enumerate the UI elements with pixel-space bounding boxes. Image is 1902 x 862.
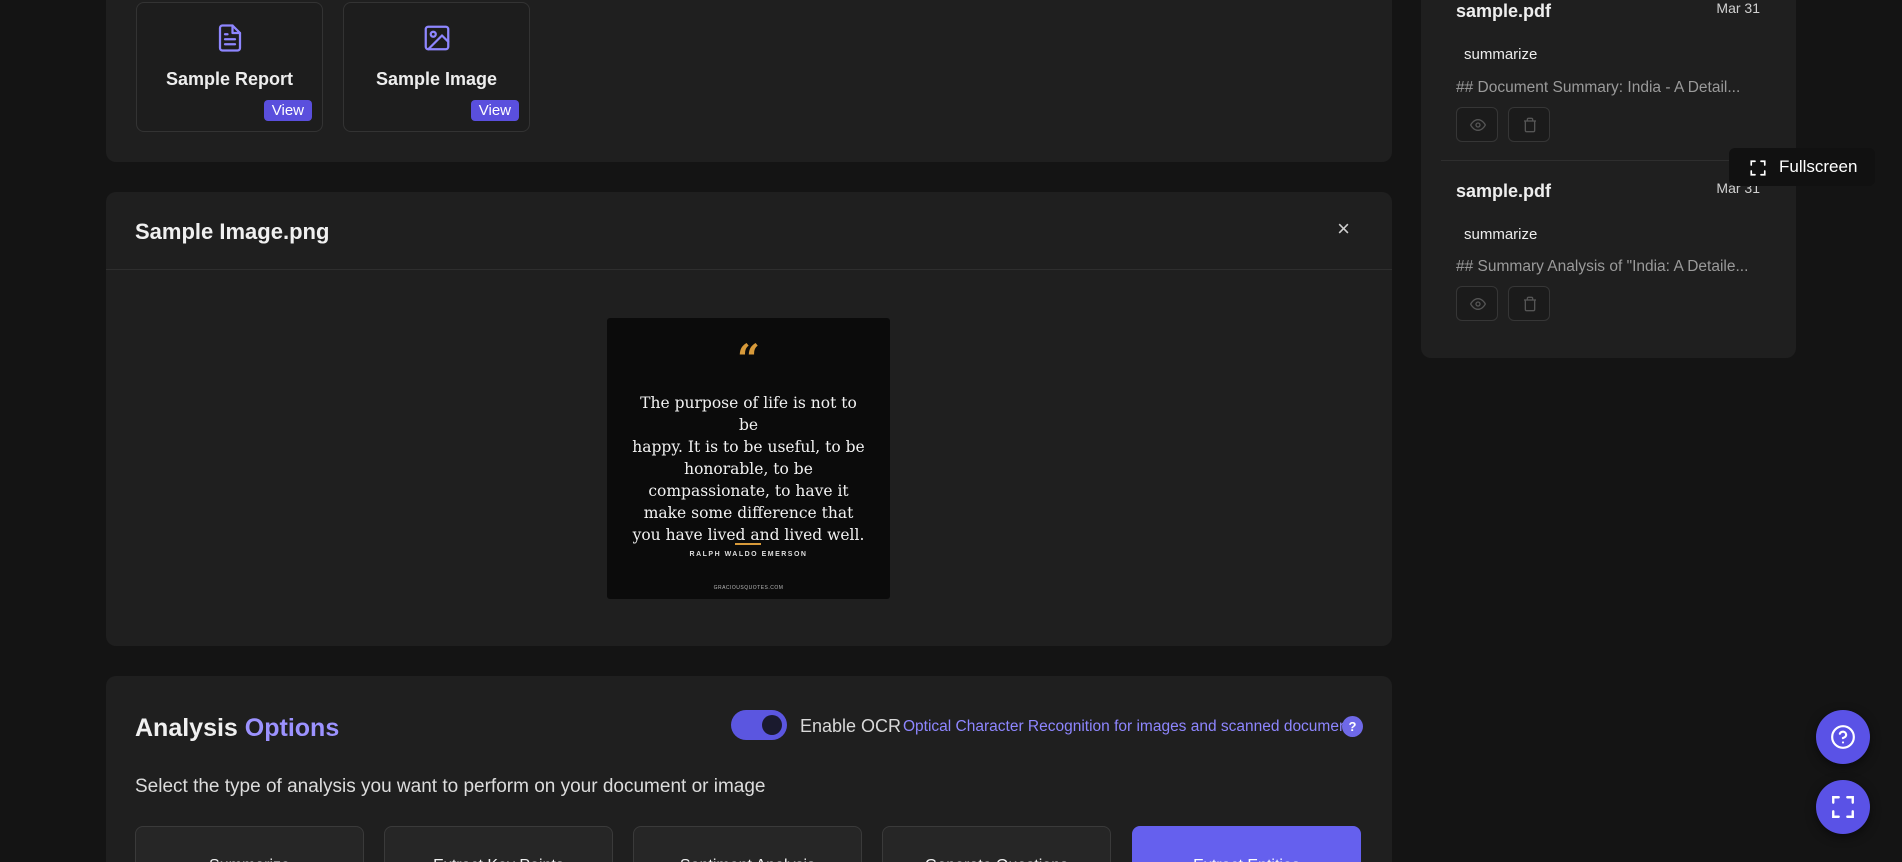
history-item[interactable]: sample.pdf Mar 31 summarize ## Summary A… (1421, 160, 1796, 340)
quote-text: The purpose of life is not to be happy. … (629, 392, 868, 546)
image-icon (424, 25, 449, 51)
history-filename: sample.pdf (1456, 181, 1552, 201)
view-history-button[interactable] (1456, 286, 1498, 321)
image-preview-panel: Sample Image.png × “ The purpose of life… (106, 192, 1392, 646)
eye-icon (1469, 297, 1487, 311)
close-icon[interactable]: × (1337, 216, 1350, 242)
analysis-title-accent: Options (244, 714, 340, 742)
quote-divider (735, 543, 761, 545)
quote-image: “ The purpose of life is not to be happy… (607, 318, 890, 599)
quote-line: The purpose of life is not to be (640, 394, 857, 434)
help-button[interactable] (1816, 710, 1870, 764)
trash-icon (1524, 117, 1536, 133)
fullscreen-label: Fullscreen (1779, 157, 1858, 176)
analysis-title: Analysis Options (135, 714, 339, 743)
extract-entities-button[interactable]: Extract Entities (1132, 826, 1361, 862)
view-history-button[interactable] (1456, 107, 1498, 142)
sample-image-card[interactable]: Sample Image View (343, 2, 530, 132)
history-preview: ## Summary Analysis of "India: A Detaile… (1456, 258, 1749, 275)
document-icon (218, 24, 241, 52)
trash-icon (1524, 296, 1536, 312)
quote-author: RALPH WALDO EMERSON (689, 551, 808, 558)
ocr-description: Optical Character Recognition for images… (903, 718, 1360, 735)
ocr-toggle[interactable] (731, 710, 787, 740)
history-filename: sample.pdf (1456, 1, 1552, 21)
samples-panel: Sample Report View Sample Image View (106, 0, 1392, 162)
summarize-button[interactable]: Summarize (135, 826, 364, 862)
delete-history-button[interactable] (1508, 107, 1550, 142)
history-tag: summarize (1464, 46, 1538, 63)
quote-marks: “ (736, 336, 760, 383)
history-date: Mar 31 (1716, 0, 1760, 16)
fullscreen-icon (1750, 160, 1766, 176)
help-circle-icon (1831, 725, 1855, 749)
eye-icon (1469, 118, 1487, 132)
generate-questions-button[interactable]: Generate Questions (882, 826, 1111, 862)
sample-report-card[interactable]: Sample Report View (136, 2, 323, 132)
quote-site: GRACIOUSQUOTES.COM (713, 585, 784, 591)
ocr-label: Enable OCR (800, 716, 902, 736)
preview-header: Sample Image.png × (106, 192, 1392, 270)
analysis-options-panel: Analysis Options Enable OCR Optical Char… (106, 676, 1392, 862)
quote-line: honorable, to be (684, 460, 813, 478)
history-tag: summarize (1464, 226, 1538, 243)
sample-report-title: Sample Report (165, 69, 294, 89)
sentiment-analysis-button[interactable]: Sentiment Analysis (633, 826, 862, 862)
quote-line: happy. It is to be useful, to be (632, 438, 865, 456)
analysis-title-main: Analysis (135, 714, 238, 742)
quote-line: compassionate, to have it (648, 482, 849, 500)
help-icon[interactable]: ? (1342, 716, 1363, 737)
quote-line: make some difference that (643, 504, 854, 522)
delete-history-button[interactable] (1508, 286, 1550, 321)
fullscreen-tooltip: Fullscreen (1729, 148, 1875, 186)
view-sample-report-button[interactable]: View (263, 100, 312, 121)
analysis-subtitle: Select the type of analysis you want to … (135, 776, 766, 797)
fullscreen-icon (1832, 796, 1854, 818)
sample-image-title: Sample Image (375, 69, 498, 89)
toggle-knob (762, 715, 782, 735)
history-item[interactable]: sample.pdf Mar 31 summarize ## Document … (1421, 0, 1796, 160)
extract-key-points-button[interactable]: Extract Key Points (384, 826, 613, 862)
preview-title: Sample Image.png (135, 219, 330, 244)
fullscreen-button[interactable] (1816, 780, 1870, 834)
history-preview: ## Document Summary: India - A Detail... (1456, 79, 1741, 96)
view-sample-image-button[interactable]: View (470, 100, 519, 121)
